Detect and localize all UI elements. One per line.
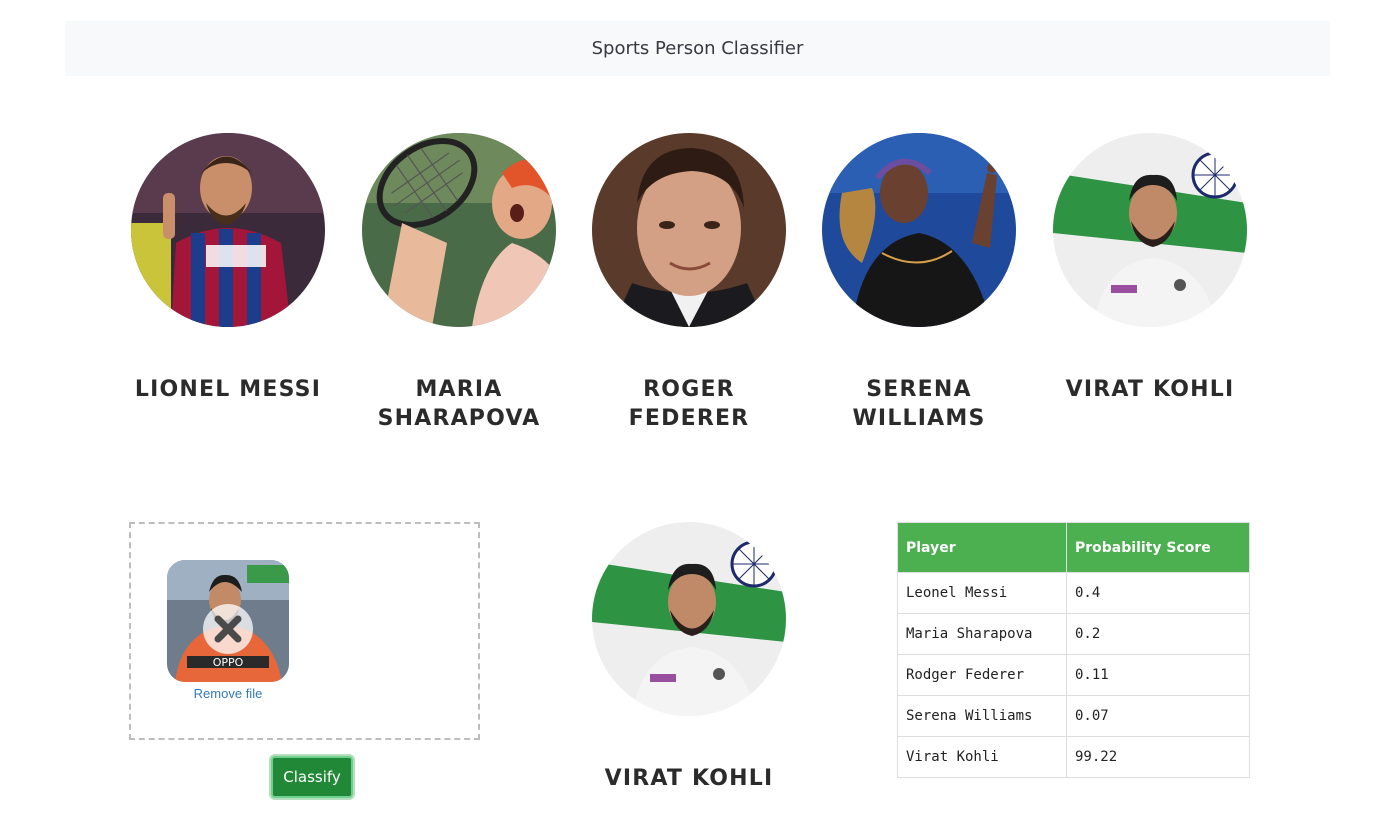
classify-button[interactable]: Classify	[271, 756, 353, 798]
table-cell: Virat Kohli	[897, 736, 1067, 778]
remove-file-link[interactable]: Remove file	[167, 686, 289, 701]
player-card-serena: Serena Williams	[822, 133, 1016, 433]
player-name: Virat Kohli	[1065, 377, 1235, 402]
table-row: Serena Williams 0.07	[897, 695, 1250, 737]
table-cell: 0.07	[1066, 695, 1250, 737]
table-cell: Leonel Messi	[897, 572, 1067, 614]
navbar: Sports Person Classifier	[65, 21, 1330, 76]
player-photo-sharapova	[362, 133, 556, 327]
file-dropzone[interactable]: OPPO Remove file	[129, 522, 480, 740]
result-name: Virat Kohli	[604, 766, 774, 791]
table-row: Maria Sharapova 0.2	[897, 613, 1250, 655]
player-name: Serena Williams	[852, 377, 986, 431]
player-card-sharapova: Maria Sharapova	[362, 133, 556, 433]
table-cell: Rodger Federer	[897, 654, 1067, 696]
column-header: Player	[897, 522, 1067, 573]
player-card-messi: Lionel Messi	[131, 133, 325, 404]
table-row: Leonel Messi 0.4	[897, 572, 1250, 614]
player-name: Maria Sharapova	[377, 377, 541, 431]
player-name: Roger Federer	[628, 377, 750, 431]
table-cell: 0.4	[1066, 572, 1250, 614]
classification-result: Virat Kohli	[592, 522, 786, 793]
result-photo-kohli	[592, 522, 786, 716]
table-header-row: Player Probability Score	[897, 522, 1250, 573]
player-card-federer: Roger Federer	[592, 133, 786, 433]
svg-text:OPPO: OPPO	[213, 656, 244, 669]
table-cell: 99.22	[1066, 736, 1250, 778]
player-card-kohli: Virat Kohli	[1053, 133, 1247, 404]
remove-file-icon[interactable]	[203, 604, 253, 654]
player-photo-serena	[822, 133, 1016, 327]
column-header: Probability Score	[1066, 522, 1250, 573]
player-photo-kohli	[1053, 133, 1247, 327]
player-photo-federer	[592, 133, 786, 327]
player-photo-messi	[131, 133, 325, 327]
table-row: Virat Kohli 99.22	[897, 736, 1250, 778]
uploaded-image-preview: OPPO	[167, 560, 289, 682]
table-row: Rodger Federer 0.11	[897, 654, 1250, 696]
table-cell: 0.2	[1066, 613, 1250, 655]
table-cell: Serena Williams	[897, 695, 1067, 737]
player-name: Lionel Messi	[134, 377, 322, 402]
table-cell: 0.11	[1066, 654, 1250, 696]
app-title: Sports Person Classifier	[591, 38, 804, 59]
probability-table: Player Probability Score Leonel Messi 0.…	[897, 522, 1250, 778]
table-cell: Maria Sharapova	[897, 613, 1067, 655]
